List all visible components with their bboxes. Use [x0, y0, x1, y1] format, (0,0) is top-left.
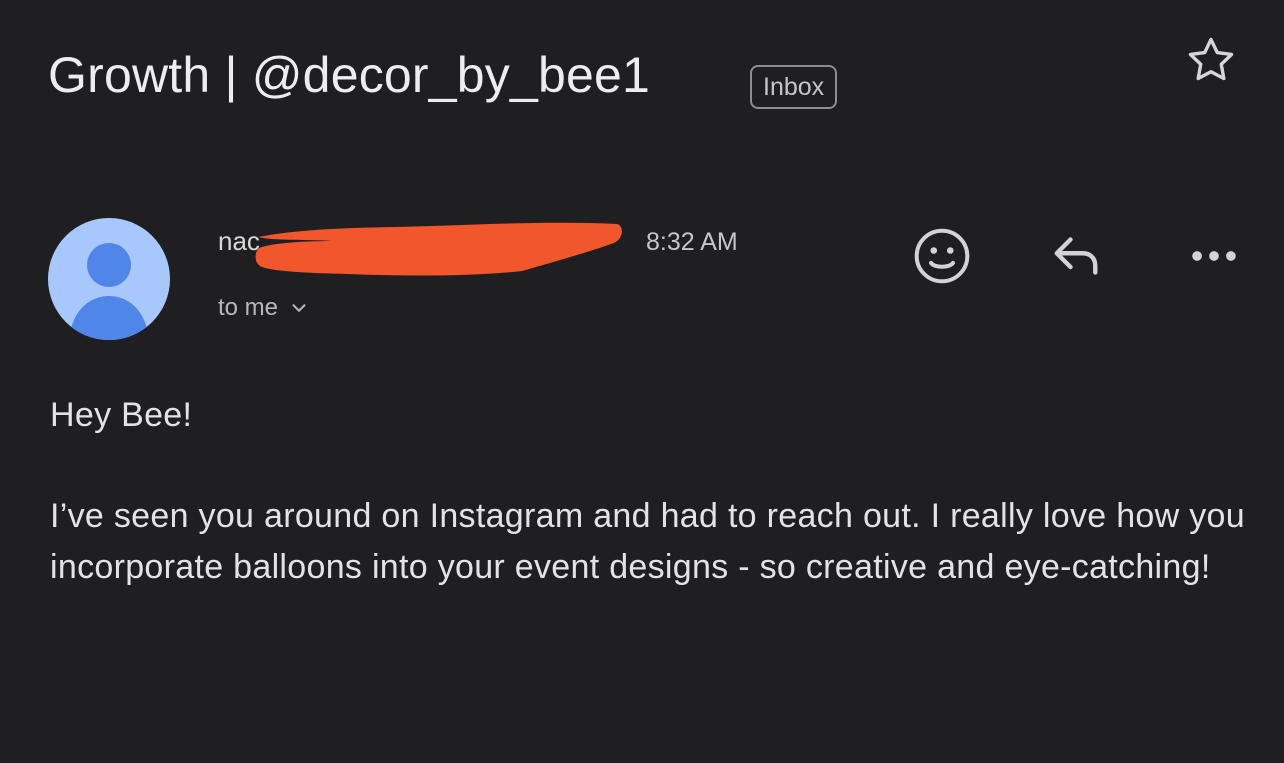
person-icon [69, 243, 149, 340]
recipient-details-toggle[interactable]: to me [218, 294, 310, 322]
reply-button[interactable] [1038, 218, 1114, 294]
email-subject: Growth | @decor_by_bee1 [48, 47, 651, 103]
inbox-label-chip[interactable]: Inbox [750, 65, 838, 109]
sender-name-area[interactable]: nac [218, 218, 638, 278]
reply-arrow-icon [1054, 237, 1098, 275]
email-greeting: Hey Bee! [50, 396, 193, 434]
sender-avatar[interactable] [48, 218, 170, 340]
email-time: 8:32 AM [646, 228, 738, 256]
star-button[interactable] [1178, 28, 1244, 94]
emoji-icon [914, 228, 970, 284]
email-body-text: I’ve seen you around on Instagram and ha… [50, 497, 1245, 586]
email-body: Hey Bee! I’ve seen you around on Instagr… [50, 390, 1250, 643]
redaction-mark [255, 222, 622, 276]
sender-row: nac 8:32 AM to me [48, 218, 1244, 348]
email-header: Growth | @decor_by_bee1 Inbox [48, 37, 1244, 126]
star-outline-icon [1188, 37, 1234, 81]
more-horizontal-icon [1192, 251, 1236, 261]
react-button[interactable] [904, 218, 980, 294]
more-options-button[interactable] [1176, 218, 1252, 294]
chevron-down-icon [292, 304, 306, 312]
recipient-text: to me [218, 294, 279, 321]
